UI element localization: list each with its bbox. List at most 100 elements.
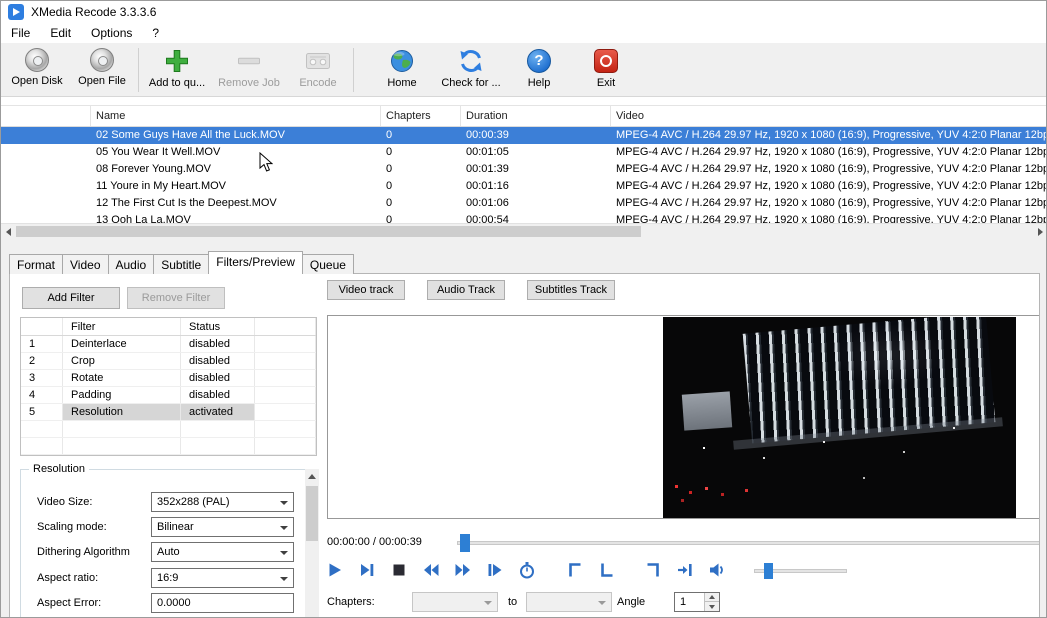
menu-options[interactable]: Options <box>81 24 142 42</box>
home-globe-icon <box>389 48 415 74</box>
seek-slider[interactable] <box>457 541 1039 545</box>
selection-end-icon[interactable] <box>643 560 663 580</box>
angle-spinner[interactable]: 1 <box>674 592 720 612</box>
resolution-groupbox: Resolution Video Size: 352x288 (PAL) Sca… <box>20 463 308 617</box>
scrollbar-thumb[interactable] <box>306 486 318 541</box>
aspect-error-label: Aspect Error: <box>37 597 102 609</box>
scroll-left-arrow[interactable] <box>1 224 16 239</box>
fast-forward-icon[interactable] <box>453 560 473 580</box>
audio-track-button[interactable]: Audio Track <box>427 280 505 300</box>
add-filter-button[interactable]: Add Filter <box>22 287 120 309</box>
step-forward-icon[interactable] <box>485 560 505 580</box>
job-chapters: 0 <box>386 146 393 158</box>
job-row[interactable]: 13 Ooh La La.MOV 0 00:00:54 MPEG-4 AVC /… <box>1 212 1046 223</box>
job-chapters: 0 <box>386 197 393 209</box>
status-column-header[interactable]: Status <box>181 318 255 335</box>
job-rows: 02 Some Guys Have All the Luck.MOV 0 00:… <box>1 127 1047 223</box>
encode-icon <box>305 48 331 74</box>
tab-format[interactable]: Format <box>9 254 64 274</box>
next-frame-icon[interactable] <box>357 560 377 580</box>
seek-slider-thumb[interactable] <box>460 534 470 552</box>
open-file-button[interactable]: Open File <box>69 45 135 95</box>
app-icon <box>8 4 24 20</box>
home-button[interactable]: Home <box>371 45 433 95</box>
rewind-icon[interactable] <box>421 560 441 580</box>
filter-row-empty <box>21 421 316 438</box>
angle-label: Angle <box>617 596 646 608</box>
tab-video[interactable]: Video <box>62 254 109 274</box>
horizontal-scrollbar[interactable] <box>1 223 1046 239</box>
filter-status: disabled <box>181 336 255 352</box>
job-video-info: MPEG-4 AVC / H.264 29.97 Hz, 1920 x 1080… <box>616 146 1047 158</box>
job-name: 02 Some Guys Have All the Luck.MOV <box>96 129 285 141</box>
volume-icon[interactable] <box>707 560 727 580</box>
column-name[interactable]: Name <box>91 106 381 126</box>
video-size-select[interactable]: 352x288 (PAL) <box>151 492 294 512</box>
goto-start-icon[interactable] <box>597 560 617 580</box>
menu-edit[interactable]: Edit <box>40 24 81 42</box>
scrollbar-thumb[interactable] <box>16 226 641 237</box>
tab-queue[interactable]: Queue <box>301 254 354 274</box>
selection-start-icon[interactable] <box>565 560 585 580</box>
exit-icon <box>593 48 619 74</box>
filter-row[interactable]: 1 Deinterlace disabled <box>21 336 316 353</box>
job-row[interactable]: 12 The First Cut Is the Deepest.MOV 0 00… <box>1 195 1046 212</box>
help-button[interactable]: ? Help <box>509 45 569 95</box>
chapter-from-select <box>412 592 498 612</box>
scroll-right-arrow[interactable] <box>1033 224 1046 239</box>
dithering-select[interactable]: Auto <box>151 542 294 562</box>
add-to-queue-button[interactable]: Add to qu... <box>142 45 212 95</box>
vertical-scrollbar[interactable] <box>305 469 319 617</box>
column-duration[interactable]: Duration <box>461 106 611 126</box>
column-blank[interactable] <box>1 106 91 126</box>
filter-row-selected[interactable]: 5 Resolution activated <box>21 404 316 421</box>
tab-filters-preview[interactable]: Filters/Preview <box>208 251 303 274</box>
filter-row-empty <box>21 438 316 455</box>
check-update-icon <box>458 48 484 74</box>
exit-button[interactable]: Exit <box>577 45 635 95</box>
chevron-down-icon <box>280 551 288 555</box>
spin-up-icon[interactable] <box>705 593 719 602</box>
menu-help[interactable]: ? <box>142 24 169 42</box>
job-row[interactable]: 08 Forever Young.MOV 0 00:01:39 MPEG-4 A… <box>1 161 1047 178</box>
toolbar-separator <box>138 47 139 92</box>
chevron-down-icon <box>280 501 288 505</box>
filter-name: Deinterlace <box>63 336 181 352</box>
encode-button: Encode <box>286 45 350 95</box>
stop-icon[interactable] <box>389 560 409 580</box>
chevron-down-icon <box>280 577 288 581</box>
scroll-up-arrow[interactable] <box>305 469 319 483</box>
window-title: XMedia Recode 3.3.3.6 <box>31 5 157 19</box>
filter-row[interactable]: 2 Crop disabled <box>21 353 316 370</box>
tab-subtitle[interactable]: Subtitle <box>153 254 210 274</box>
check-for-updates-button[interactable]: Check for ... <box>433 45 509 95</box>
time-display: 00:00:00 / 00:00:39 <box>327 536 422 548</box>
column-chapters[interactable]: Chapters <box>381 106 461 126</box>
filter-row[interactable]: 4 Padding disabled <box>21 387 316 404</box>
to-label: to <box>508 596 518 608</box>
job-video-info: MPEG-4 AVC / H.264 29.97 Hz, 1920 x 1080… <box>616 163 1047 175</box>
video-track-button[interactable]: Video track <box>327 280 405 300</box>
play-icon[interactable] <box>325 560 345 580</box>
menu-file[interactable]: File <box>1 24 40 42</box>
filter-row[interactable]: 3 Rotate disabled <box>21 370 316 387</box>
job-row-selected[interactable]: 02 Some Guys Have All the Luck.MOV 0 00:… <box>1 127 1046 144</box>
red-stage-lights <box>675 485 678 488</box>
subtitles-track-button[interactable]: Subtitles Track <box>527 280 615 300</box>
volume-slider-thumb[interactable] <box>764 563 773 579</box>
timer-icon[interactable] <box>517 560 537 580</box>
aspect-ratio-label: Aspect ratio: <box>37 572 99 584</box>
chapter-to-select <box>526 592 612 612</box>
tab-audio[interactable]: Audio <box>107 254 155 274</box>
scaling-mode-select[interactable]: Bilinear <box>151 517 294 537</box>
aspect-ratio-select[interactable]: 16:9 <box>151 568 294 588</box>
goto-end-icon[interactable] <box>675 560 695 580</box>
filter-column-header[interactable]: Filter <box>63 318 181 335</box>
column-video[interactable]: Video <box>611 106 1046 126</box>
open-disk-button[interactable]: Open Disk <box>5 45 69 95</box>
aspect-error-input[interactable] <box>151 593 294 613</box>
spin-down-icon[interactable] <box>705 602 719 611</box>
filter-name: Padding <box>63 387 181 403</box>
job-row[interactable]: 11 Youre in My Heart.MOV 0 00:01:16 MPEG… <box>1 178 1046 195</box>
job-row[interactable]: 05 You Wear It Well.MOV 0 00:01:05 MPEG-… <box>1 144 1047 161</box>
